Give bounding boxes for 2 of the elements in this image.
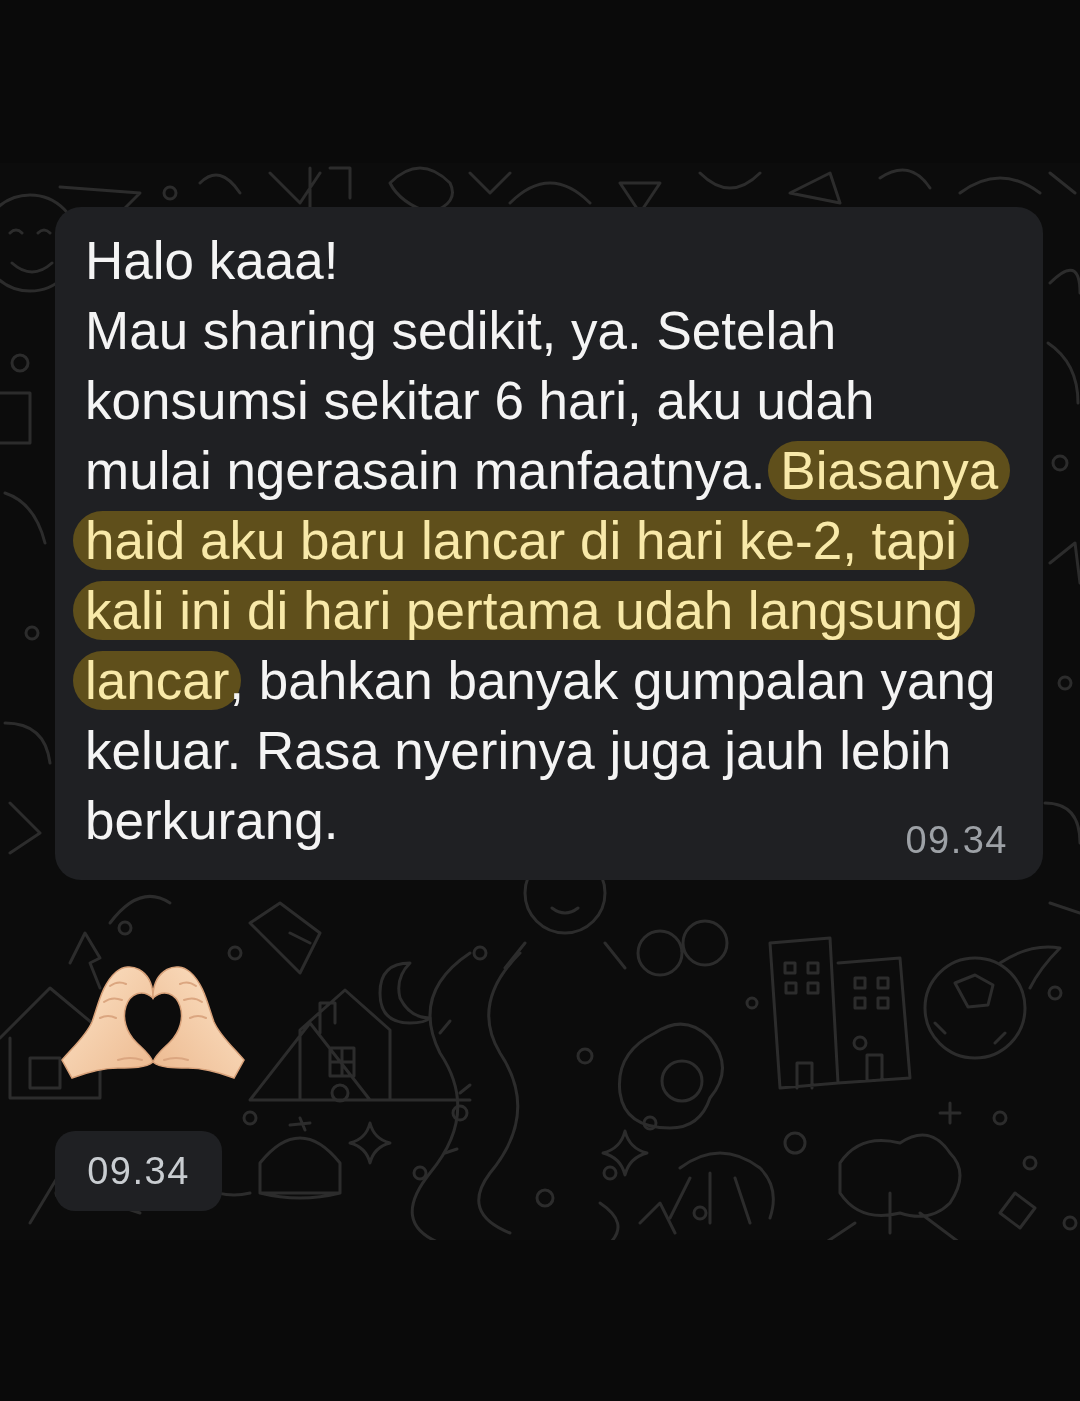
message-time: 09.34: [87, 1149, 190, 1193]
message-time: 09.34: [905, 818, 1008, 862]
